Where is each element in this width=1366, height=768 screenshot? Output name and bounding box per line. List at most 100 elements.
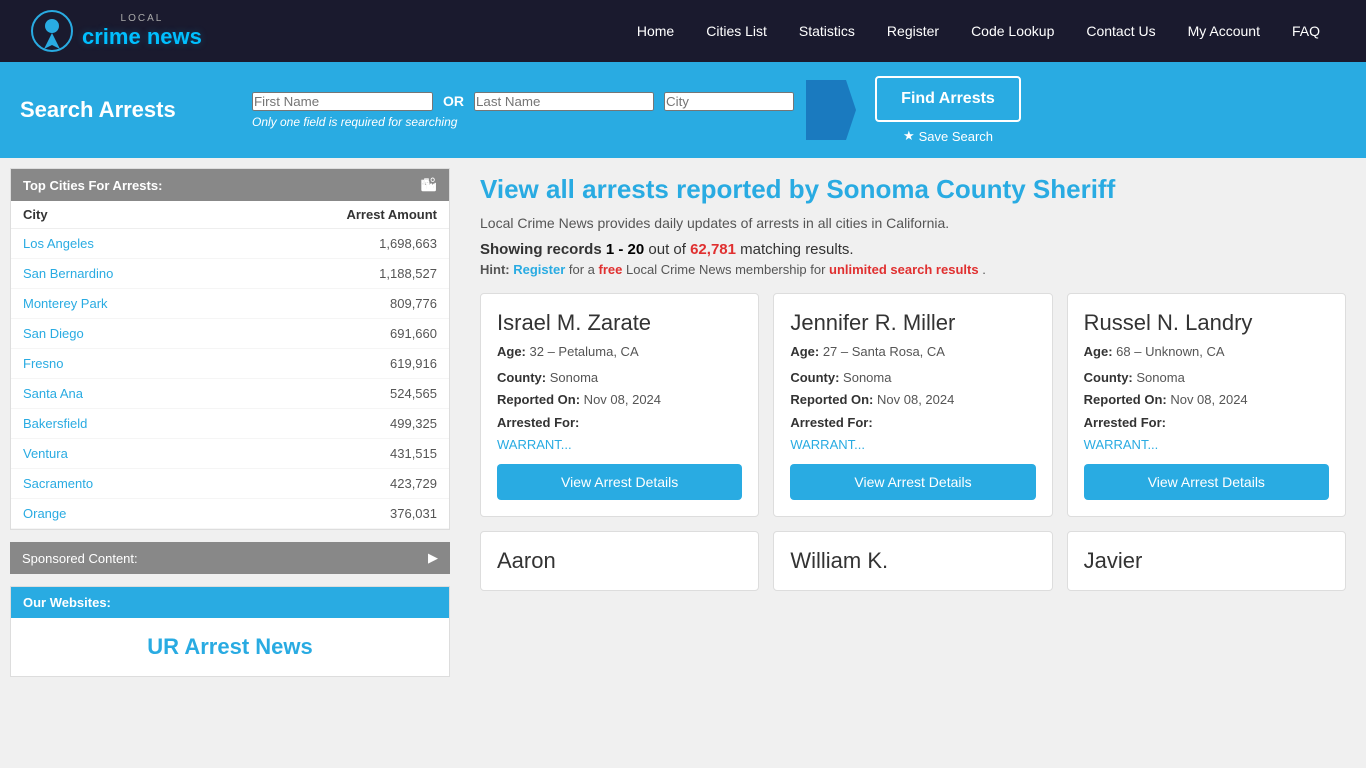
nav-faq[interactable]: FAQ bbox=[1276, 0, 1336, 62]
hint-free-text: free bbox=[599, 262, 623, 277]
arrest-card: Israel M. Zarate Age: 32 – Petaluma, CA … bbox=[480, 293, 759, 517]
hint-line: Hint: Register for a free Local Crime Ne… bbox=[480, 262, 1346, 277]
city-name[interactable]: Ventura bbox=[11, 439, 230, 469]
hint-unlimited-text: unlimited search results bbox=[829, 262, 979, 277]
hint-for-text: for a bbox=[569, 262, 599, 277]
arrest-card: Jennifer R. Miller Age: 27 – Santa Rosa,… bbox=[773, 293, 1052, 517]
arrest-warrant[interactable]: WARRANT... bbox=[790, 437, 865, 452]
cards-row-2: Aaron William K. Javier bbox=[480, 531, 1346, 591]
arrest-name: Russel N. Landry bbox=[1084, 310, 1329, 336]
our-websites-header: Our Websites: bbox=[11, 587, 449, 618]
results-count: 62,781 bbox=[690, 241, 736, 258]
cards-row-1: Israel M. Zarate Age: 32 – Petaluma, CA … bbox=[480, 293, 1346, 517]
last-name-input[interactable] bbox=[474, 92, 654, 111]
arrest-name: Israel M. Zarate bbox=[497, 310, 742, 336]
city-name[interactable]: San Bernardino bbox=[11, 259, 230, 289]
city-name[interactable]: Santa Ana bbox=[11, 379, 230, 409]
logo[interactable]: LOCAL crime news bbox=[30, 9, 202, 53]
our-websites-content: UR Arrest News bbox=[11, 618, 449, 676]
ur-arrest-news-label[interactable]: UR Arrest News bbox=[27, 634, 433, 660]
arrest-amount: 809,776 bbox=[230, 289, 449, 319]
first-name-input[interactable] bbox=[252, 92, 433, 111]
results-range: 1 - 20 bbox=[606, 241, 644, 258]
nav-statistics[interactable]: Statistics bbox=[783, 0, 871, 62]
search-arrow bbox=[806, 80, 856, 140]
hint-end-text: . bbox=[982, 262, 986, 277]
view-arrest-details-button[interactable]: View Arrest Details bbox=[1084, 464, 1329, 500]
view-arrest-details-button[interactable]: View Arrest Details bbox=[497, 464, 742, 500]
city-name[interactable]: Orange bbox=[11, 499, 230, 529]
nav-register[interactable]: Register bbox=[871, 0, 955, 62]
table-row: Sacramento423,729 bbox=[11, 469, 449, 499]
arrest-details: County: Sonoma Reported On: Nov 08, 2024… bbox=[1084, 367, 1329, 455]
search-inputs-row: OR bbox=[252, 92, 794, 111]
logo-icon bbox=[30, 9, 74, 53]
find-arrests-button[interactable]: Find Arrests bbox=[875, 76, 1021, 122]
sponsored-content: Sponsored Content: ▶ bbox=[10, 542, 450, 574]
hint-prefix: Hint: bbox=[480, 262, 510, 277]
arrest-warrant[interactable]: WARRANT... bbox=[1084, 437, 1159, 452]
city-name[interactable]: San Diego bbox=[11, 319, 230, 349]
nav-home[interactable]: Home bbox=[621, 0, 690, 62]
arrest-amount: 1,698,663 bbox=[230, 229, 449, 259]
arrest-name: William K. bbox=[790, 548, 1035, 574]
arrest-amount: 376,031 bbox=[230, 499, 449, 529]
page-subtitle: Local Crime News provides daily updates … bbox=[480, 215, 1346, 231]
hint-register-link[interactable]: Register bbox=[513, 262, 565, 277]
table-row: Monterey Park809,776 bbox=[11, 289, 449, 319]
top-cities-section: Top Cities For Arrests: 🏙 City Arrest Am… bbox=[10, 168, 450, 530]
search-hint: Only one field is required for searching bbox=[252, 115, 794, 129]
logo-name-text: crime news bbox=[82, 24, 202, 49]
nav-my-account[interactable]: My Account bbox=[1172, 0, 1276, 62]
out-of-label: out of bbox=[648, 241, 686, 258]
sidebar: Top Cities For Arrests: 🏙 City Arrest Am… bbox=[0, 158, 460, 758]
arrest-card: William K. bbox=[773, 531, 1052, 591]
arrests-col-header: Arrest Amount bbox=[230, 201, 449, 229]
arrest-amount: 423,729 bbox=[230, 469, 449, 499]
nav-cities-list[interactable]: Cities List bbox=[690, 0, 783, 62]
city-name[interactable]: Los Angeles bbox=[11, 229, 230, 259]
arrest-name: Jennifer R. Miller bbox=[790, 310, 1035, 336]
arrest-amount: 1,188,527 bbox=[230, 259, 449, 289]
arrest-amount: 431,515 bbox=[230, 439, 449, 469]
nav-code-lookup[interactable]: Code Lookup bbox=[955, 0, 1070, 62]
arrest-card: Javier bbox=[1067, 531, 1346, 591]
our-websites-section: Our Websites: UR Arrest News bbox=[10, 586, 450, 677]
city-name[interactable]: Sacramento bbox=[11, 469, 230, 499]
city-name[interactable]: Bakersfield bbox=[11, 409, 230, 439]
table-row: Bakersfield499,325 bbox=[11, 409, 449, 439]
table-row: Orange376,031 bbox=[11, 499, 449, 529]
navbar: LOCAL crime news Home Cities List Statis… bbox=[0, 0, 1366, 62]
hint-middle-text: Local Crime News membership for bbox=[626, 262, 829, 277]
nav-contact-us[interactable]: Contact Us bbox=[1070, 0, 1171, 62]
find-save-col: Find Arrests ★ Save Search bbox=[868, 76, 1028, 144]
star-icon: ★ bbox=[903, 128, 915, 144]
main-content: View all arrests reported by Sonoma Coun… bbox=[460, 158, 1366, 758]
arrest-name: Aaron bbox=[497, 548, 742, 574]
sponsored-play-icon[interactable]: ▶ bbox=[428, 550, 438, 566]
arrest-name: Javier bbox=[1084, 548, 1329, 574]
city-name[interactable]: Monterey Park bbox=[11, 289, 230, 319]
top-cities-header: Top Cities For Arrests: 🏙 bbox=[11, 169, 449, 201]
showing-label: Showing records bbox=[480, 241, 602, 258]
arrest-warrant[interactable]: WARRANT... bbox=[497, 437, 572, 452]
view-arrest-details-button[interactable]: View Arrest Details bbox=[790, 464, 1035, 500]
logo-local-text: LOCAL bbox=[82, 13, 202, 24]
search-title: Search Arrests bbox=[20, 97, 240, 123]
city-col-header: City bbox=[11, 201, 230, 229]
arrest-amount: 524,565 bbox=[230, 379, 449, 409]
search-or-label: OR bbox=[443, 93, 464, 109]
arrest-amount: 499,325 bbox=[230, 409, 449, 439]
save-search-label: Save Search bbox=[919, 129, 993, 144]
page-title: View all arrests reported by Sonoma Coun… bbox=[480, 174, 1346, 205]
arrest-card: Russel N. Landry Age: 68 – Unknown, CA C… bbox=[1067, 293, 1346, 517]
arrest-card: Aaron bbox=[480, 531, 759, 591]
city-name[interactable]: Fresno bbox=[11, 349, 230, 379]
table-row: Los Angeles1,698,663 bbox=[11, 229, 449, 259]
arrest-amount: 691,660 bbox=[230, 319, 449, 349]
results-info: Showing records 1 - 20 out of 62,781 mat… bbox=[480, 241, 1346, 258]
city-input[interactable] bbox=[664, 92, 794, 111]
save-search-button[interactable]: ★ Save Search bbox=[903, 128, 993, 144]
matching-label: matching results. bbox=[740, 241, 853, 258]
arrest-amount: 619,916 bbox=[230, 349, 449, 379]
